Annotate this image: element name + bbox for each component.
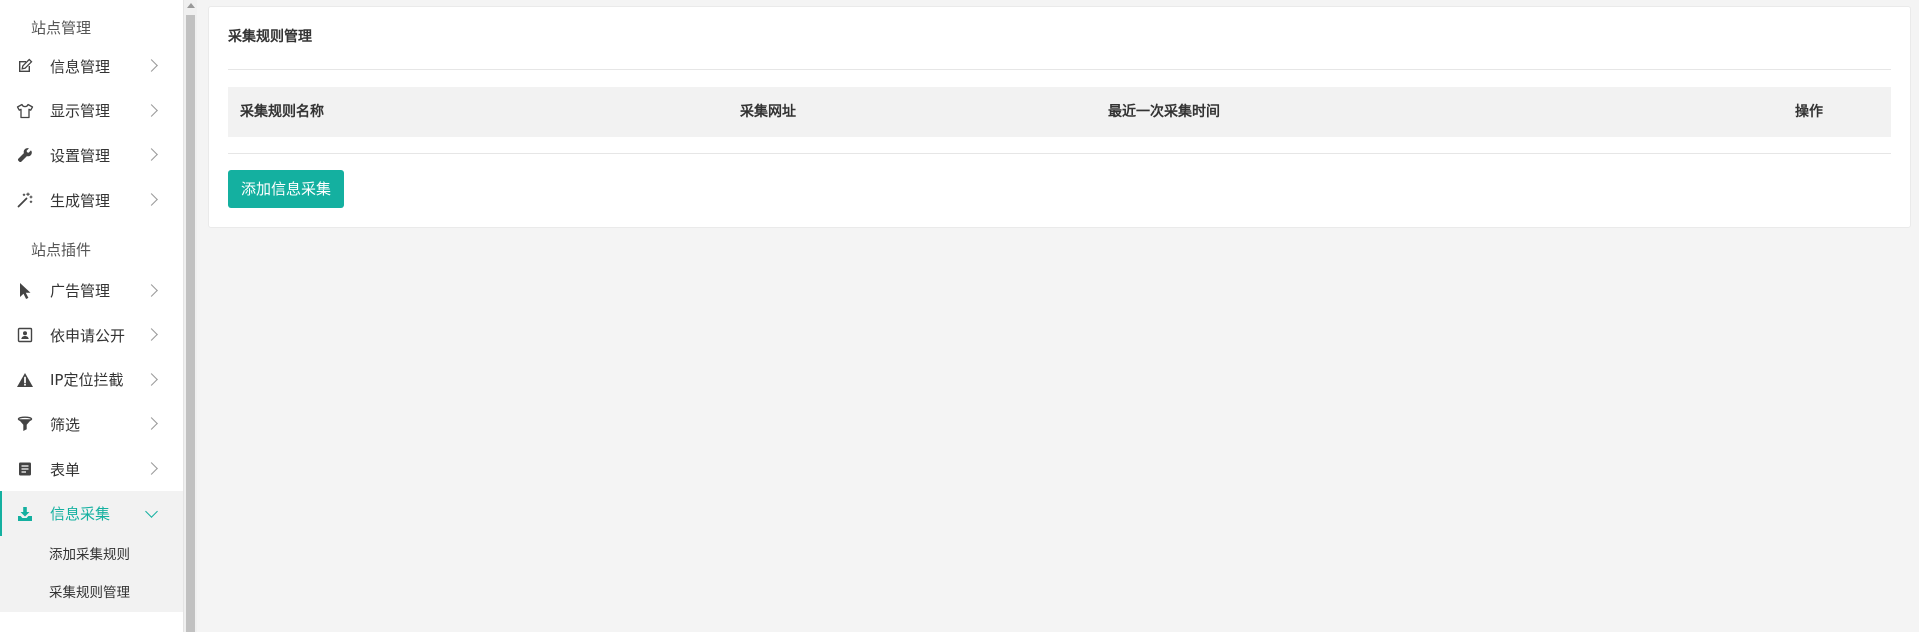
sidebar-item-display-management[interactable]: 显示管理	[0, 89, 183, 134]
sidebar-section-title-plugins: 站点插件	[31, 241, 92, 260]
scrollbar-thumb[interactable]	[186, 15, 195, 632]
sidebar-item-label: IP定位拦截	[50, 371, 124, 390]
add-info-collection-button[interactable]: 添加信息采集	[228, 170, 345, 208]
sidebar-item-info-management[interactable]: 信息管理	[0, 44, 183, 89]
column-header-last-collect-time: 最近一次采集时间	[1108, 104, 1220, 120]
sidebar-item-generate-management[interactable]: 生成管理	[0, 178, 183, 223]
submenu-item-rule-management[interactable]: 采集规则管理	[0, 574, 183, 612]
sidebar-item-label: 依申请公开	[50, 326, 126, 345]
column-header-url: 采集网址	[740, 104, 796, 120]
warning-icon	[15, 370, 35, 390]
sidebar-item-label: 设置管理	[50, 146, 111, 165]
scroll-up-arrow-icon[interactable]	[187, 3, 195, 8]
sidebar-item-label: 筛选	[50, 415, 81, 434]
sidebar-item-public-application[interactable]: 依申请公开	[0, 313, 183, 358]
divider	[228, 153, 1891, 154]
sidebar-item-info-collection[interactable]: 信息采集	[0, 491, 183, 536]
sidebar-scrollbar[interactable]	[183, 0, 197, 632]
contact-card-icon	[15, 325, 35, 345]
rule-management-panel: 采集规则管理 采集规则名称 采集网址 最近一次采集时间 操作 添加信息采集	[208, 6, 1911, 228]
sidebar-item-label: 信息管理	[50, 57, 111, 76]
page-title: 采集规则管理	[228, 29, 312, 45]
form-icon	[15, 459, 35, 479]
divider	[228, 69, 1891, 70]
app-root: 站点管理 信息管理 显示管理 设置管理 生成管理 站点插件 广告管理 依申请公开…	[0, 0, 1919, 632]
cursor-pointer-icon	[15, 281, 35, 301]
sidebar-item-filter[interactable]: 筛选	[0, 402, 183, 447]
column-header-rule-name: 采集规则名称	[240, 104, 324, 120]
sidebar-submenu-info-collection: 添加采集规则 采集规则管理	[0, 535, 183, 612]
sidebar-item-ip-block[interactable]: IP定位拦截	[0, 358, 183, 403]
sidebar-item-label: 表单	[50, 460, 81, 479]
sidebar-section-title-site: 站点管理	[31, 19, 92, 37]
column-header-actions: 操作	[1795, 104, 1823, 120]
wrench-icon	[15, 145, 35, 165]
sidebar-item-label: 生成管理	[50, 191, 111, 210]
sidebar: 站点管理 信息管理 显示管理 设置管理 生成管理 站点插件 广告管理 依申请公开…	[0, 0, 183, 632]
table-header: 采集规则名称 采集网址 最近一次采集时间 操作	[228, 87, 1891, 137]
sidebar-item-ad-management[interactable]: 广告管理	[0, 268, 183, 313]
submenu-item-add-rule[interactable]: 添加采集规则	[0, 536, 183, 574]
download-icon	[15, 504, 35, 524]
tshirt-icon	[15, 101, 35, 121]
sidebar-item-label: 显示管理	[50, 102, 111, 121]
magic-wand-icon	[15, 190, 35, 210]
filter-icon	[15, 414, 35, 434]
edit-icon	[15, 56, 35, 76]
sidebar-item-form[interactable]: 表单	[0, 447, 183, 492]
sidebar-item-label: 信息采集	[50, 505, 111, 524]
sidebar-item-settings-management[interactable]: 设置管理	[0, 133, 183, 178]
sidebar-item-label: 广告管理	[50, 282, 111, 301]
